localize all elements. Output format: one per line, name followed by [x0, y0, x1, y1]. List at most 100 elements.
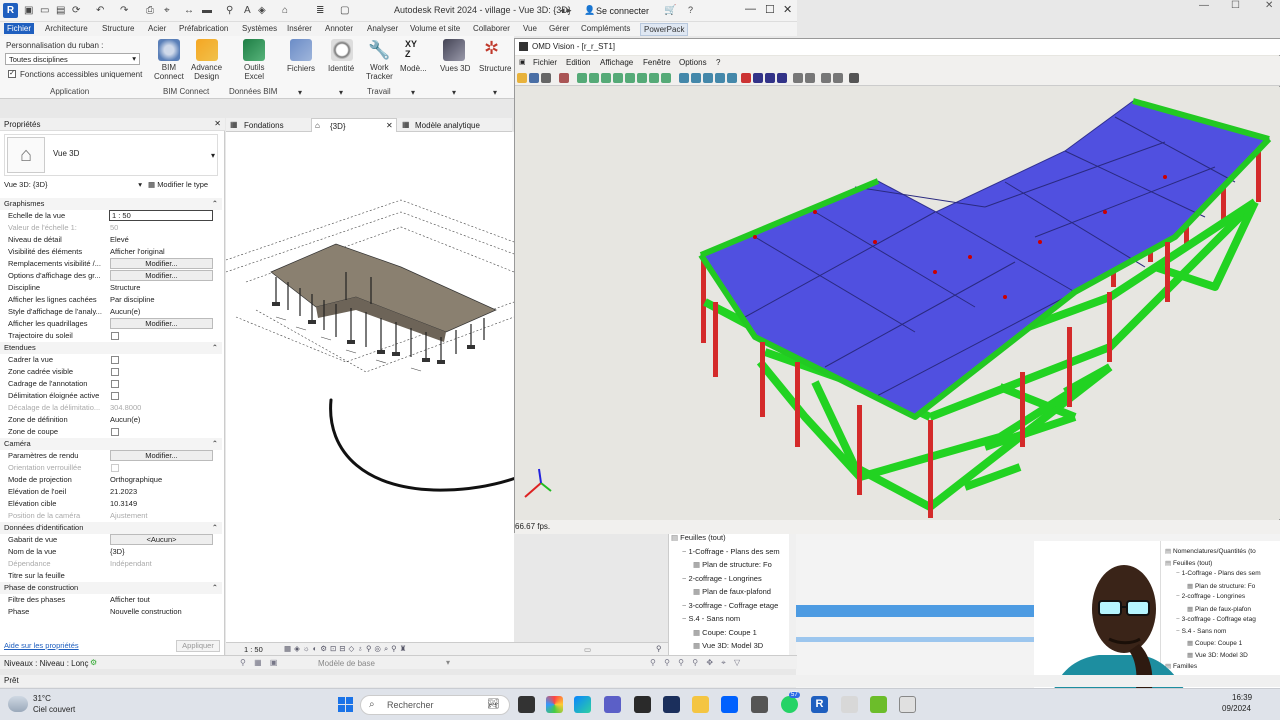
chevron-down-icon[interactable]: ▾: [298, 88, 302, 97]
tab-fondations[interactable]: Fondations: [244, 121, 284, 130]
tab-powerpack[interactable]: PowerPack: [640, 23, 689, 36]
wireframe-icon[interactable]: [777, 73, 787, 83]
tab-systemes[interactable]: Systèmes: [239, 23, 280, 34]
line-icon[interactable]: ▬: [202, 5, 212, 16]
close-hidden-icon[interactable]: ▢: [340, 5, 349, 16]
xyz-icon[interactable]: XY Z: [405, 39, 417, 59]
chevron-down-icon[interactable]: ▾: [446, 658, 450, 667]
open-icon[interactable]: ▣: [24, 5, 33, 16]
identity-icon[interactable]: [331, 39, 353, 61]
tab-architecture[interactable]: Architecture: [42, 23, 91, 34]
axis-x-icon[interactable]: [577, 73, 587, 83]
menu-fichier[interactable]: Fichier: [533, 58, 557, 67]
view-icon[interactable]: [637, 73, 647, 83]
home-icon[interactable]: ⌂: [282, 5, 288, 16]
measure-icon[interactable]: ⌖: [164, 5, 170, 16]
thin-lines-icon[interactable]: ≣: [316, 5, 324, 16]
chevron-down-icon[interactable]: ▾: [411, 88, 415, 97]
clock-time[interactable]: 16:39: [1232, 693, 1252, 702]
work-tracker-button[interactable]: Work Tracker: [366, 63, 393, 81]
files-icon[interactable]: [290, 39, 312, 61]
photoshop-icon[interactable]: [663, 696, 680, 713]
view3-icon[interactable]: [661, 73, 671, 83]
property-checkbox[interactable]: [111, 392, 119, 400]
tab-gerer[interactable]: Gérer: [546, 23, 572, 34]
tab-fichier[interactable]: Fichier: [4, 23, 35, 34]
close-button[interactable]: ✕: [1265, 0, 1273, 11]
property-edit-button[interactable]: <Aucun>: [110, 534, 213, 545]
maximize-button[interactable]: ☐: [1231, 0, 1240, 11]
browser-item[interactable]: ▦ Coupe: Coupe 1: [693, 628, 757, 637]
file-explorer-icon[interactable]: [692, 696, 709, 713]
browser-item[interactable]: ▦ Plan de faux-plafon: [1187, 605, 1251, 613]
sign-in-button[interactable]: Se connecter: [596, 6, 649, 16]
properties-section[interactable]: Etendues ⌃: [0, 342, 222, 354]
collapse-icon[interactable]: ⌃: [212, 439, 218, 448]
minimize-button[interactable]: —: [745, 3, 756, 15]
tab-vue[interactable]: Vue: [520, 23, 540, 34]
collapse-icon[interactable]: ⌃: [212, 583, 218, 592]
browser-item[interactable]: ▦ Plan de structure: Fo: [693, 560, 772, 569]
collapse-icon[interactable]: ⌃: [212, 199, 218, 208]
edit-type-button[interactable]: ▦ Modifier le type: [148, 180, 208, 189]
browser-item[interactable]: ▤ Feuilles (tout): [671, 533, 726, 542]
copilot-icon[interactable]: [546, 696, 563, 713]
bim-connect-icon[interactable]: [158, 39, 180, 61]
print-icon[interactable]: ⎙: [146, 5, 154, 16]
clock-date[interactable]: 09/2024: [1222, 704, 1251, 713]
zoom-window-icon[interactable]: [715, 73, 725, 83]
property-edit-button[interactable]: Modifier...: [110, 258, 213, 269]
zoom-icon[interactable]: [679, 73, 689, 83]
property-edit-button[interactable]: Modifier...: [110, 270, 213, 281]
search-nav-icon[interactable]: ◂ ▸: [560, 5, 572, 16]
pan-icon[interactable]: [625, 73, 635, 83]
apply-button[interactable]: Appliquer: [176, 640, 220, 652]
revit-taskbar-icon[interactable]: R: [811, 696, 828, 713]
modele-button[interactable]: Modè...: [400, 64, 427, 73]
save-icon[interactable]: ▤: [56, 5, 65, 16]
edge-icon[interactable]: [574, 696, 591, 713]
menu-edition[interactable]: Edition: [566, 58, 590, 67]
tab-volume-site[interactable]: Volume et site: [407, 23, 463, 34]
export-icon[interactable]: [559, 73, 569, 83]
browser-item[interactable]: ▦ Plan de structure: Fo: [1187, 582, 1255, 590]
windows-start-icon[interactable]: [338, 697, 353, 712]
property-checkbox[interactable]: [111, 380, 119, 388]
zoom-out-icon[interactable]: [703, 73, 713, 83]
chevron-down-icon[interactable]: ▾: [452, 88, 456, 97]
advance-design-icon[interactable]: [196, 39, 218, 61]
filter-icons[interactable]: ⚲ ⚲ ⚲ ⚲ ✥ ⌖ ▽: [650, 658, 743, 668]
menu-options[interactable]: Options: [679, 58, 707, 67]
collapse-icon[interactable]: ⌃: [212, 343, 218, 352]
view2-icon[interactable]: [649, 73, 659, 83]
people-icon[interactable]: [821, 73, 831, 83]
app2-icon[interactable]: [899, 696, 916, 713]
teams-icon[interactable]: [604, 696, 621, 713]
weather-desc[interactable]: Ciel couvert: [33, 705, 75, 714]
zoom-extents-icon[interactable]: [727, 73, 737, 83]
browser-item[interactable]: − S.4 - Sans nom: [682, 614, 740, 623]
browser-item[interactable]: − 2-coffrage - Longrines: [682, 574, 762, 583]
camera-icon[interactable]: [751, 696, 768, 713]
browser-item[interactable]: − 3-coffrage - Coffrage etage: [682, 601, 778, 610]
tab-inserer[interactable]: Insérer: [284, 23, 315, 34]
save-icon[interactable]: [529, 73, 539, 83]
tab-structure[interactable]: Structure: [99, 23, 137, 34]
chevron-down-icon[interactable]: ▾: [339, 88, 343, 97]
weather-temp[interactable]: 31°C: [33, 694, 51, 703]
cart-icon[interactable]: 🛒: [664, 5, 676, 16]
properties-section[interactable]: Graphismes ⌃: [0, 198, 222, 210]
text-icon[interactable]: A: [244, 5, 251, 16]
structure-button[interactable]: Structure: [479, 64, 511, 73]
frame-icon[interactable]: [849, 73, 859, 83]
tab-modele-analytique[interactable]: Modèle analytique: [415, 121, 480, 130]
sync-icon[interactable]: ⟳: [72, 5, 80, 16]
revit-logo-icon[interactable]: R: [3, 3, 18, 18]
tab-analyser[interactable]: Analyser: [364, 23, 401, 34]
view-control-icons[interactable]: ▦◈☼◐⚙⊡⊟◇♁⚲◎⌕⚲♜: [284, 644, 409, 654]
identite-button[interactable]: Identité: [328, 64, 354, 73]
user-icon[interactable]: 👤: [584, 5, 595, 16]
omd-structure-3d-view[interactable]: [515, 87, 1280, 519]
close-icon[interactable]: ✕: [214, 119, 221, 128]
bim-connect-button[interactable]: BIM Connect: [154, 63, 184, 81]
